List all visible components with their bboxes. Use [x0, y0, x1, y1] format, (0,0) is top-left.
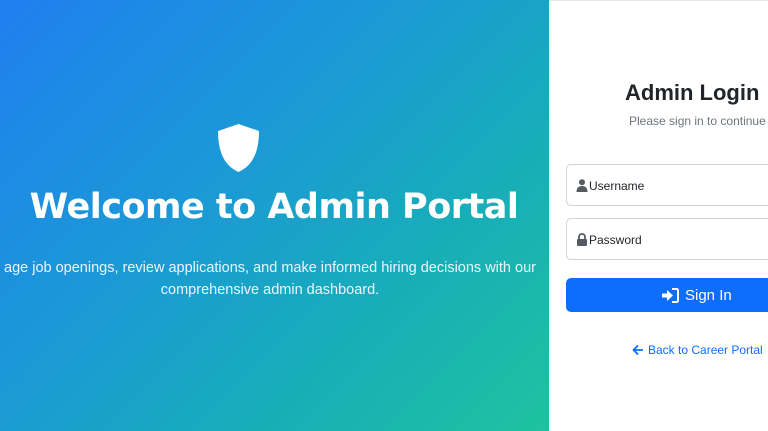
admin-login-page: Welcome to Admin Portal age job openings…	[0, 0, 768, 431]
username-field[interactable]: Username	[566, 164, 768, 206]
username-label: Username	[589, 179, 645, 193]
back-to-career-portal-link[interactable]: Back to Career Portal	[632, 343, 763, 357]
user-icon	[576, 179, 588, 192]
password-field[interactable]: Password	[566, 218, 768, 260]
hero-description-line-1: age job openings, review applications, a…	[4, 260, 536, 276]
back-link-label: Back to Career Portal	[648, 343, 763, 357]
login-title: Admin Login	[625, 80, 760, 105]
lock-icon	[577, 233, 587, 246]
arrow-left-icon	[632, 345, 643, 355]
sign-in-label: Sign In	[685, 287, 732, 304]
welcome-hero: Welcome to Admin Portal age job openings…	[0, 0, 549, 431]
password-label: Password	[589, 233, 642, 247]
hero-title: Welcome to Admin Portal	[29, 187, 519, 227]
hero-description-line-2: comprehensive admin dashboard.	[160, 282, 380, 298]
login-panel: Admin Login Please sign in to continue U…	[549, 0, 768, 431]
login-subtitle: Please sign in to continue	[629, 114, 766, 128]
shield-icon	[218, 124, 259, 172]
sign-in-icon	[662, 288, 679, 303]
sign-in-button[interactable]: Sign In	[566, 278, 768, 312]
hero-description: age job openings, review applications, a…	[0, 257, 549, 301]
